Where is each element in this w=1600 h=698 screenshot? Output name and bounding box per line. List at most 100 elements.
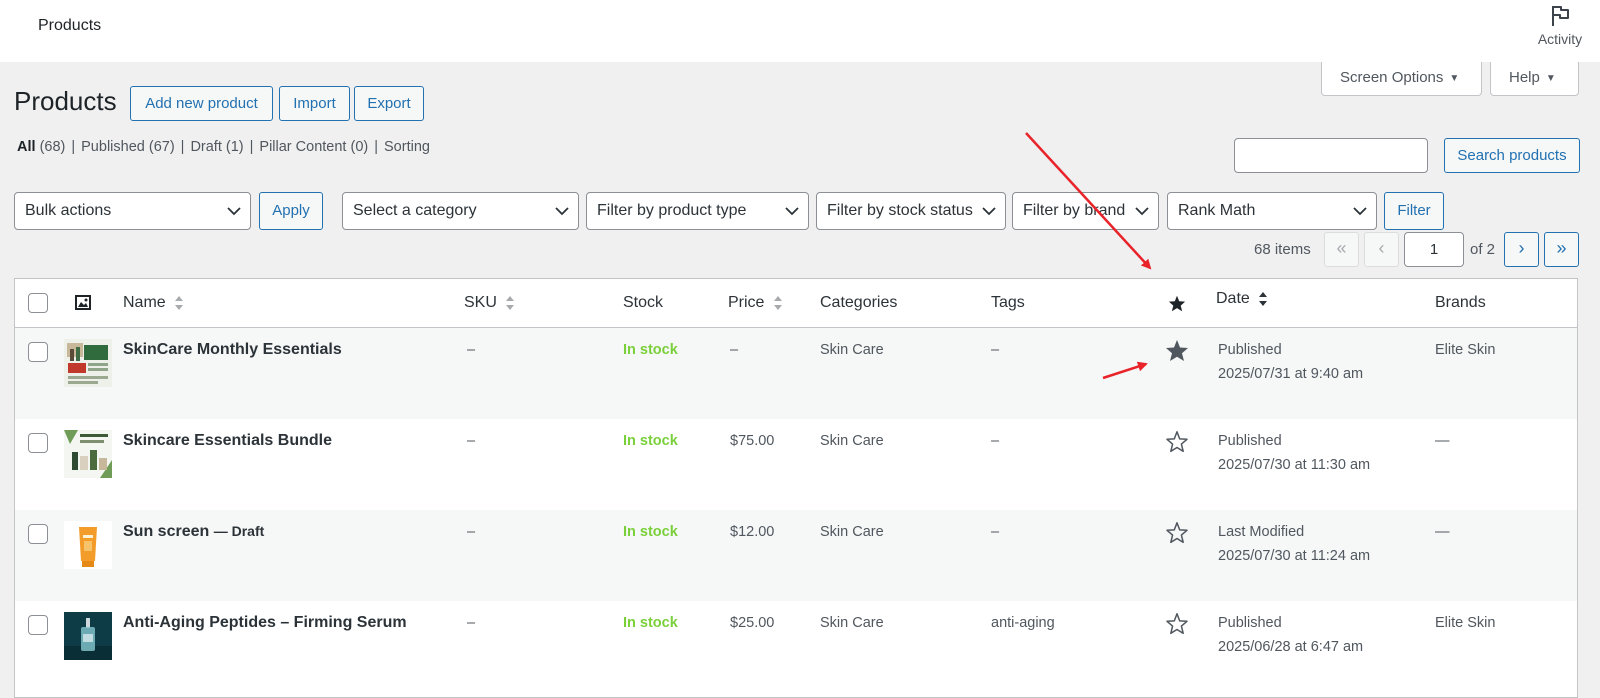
- sku-value: –: [467, 342, 476, 358]
- view-all[interactable]: All (68): [17, 139, 65, 155]
- product-type-value: Filter by product type: [597, 202, 747, 219]
- search-products-button[interactable]: Search products: [1444, 138, 1580, 173]
- prev-page-button[interactable]: ‹: [1364, 232, 1399, 267]
- product-thumbnail[interactable]: [64, 612, 112, 660]
- date-value: 2025/07/30 at 11:30 am: [1218, 457, 1371, 473]
- filter-button[interactable]: Filter: [1384, 192, 1444, 230]
- sku-value: –: [467, 615, 476, 631]
- row-checkbox[interactable]: [28, 615, 48, 635]
- view-sorting[interactable]: Sorting: [384, 139, 430, 155]
- view-published[interactable]: Published (67): [81, 139, 175, 155]
- date-status: Published: [1218, 433, 1282, 449]
- table-row: Sun screen — Draft – In stock $12.00 Ski…: [15, 510, 1577, 601]
- activity-button[interactable]: Activity: [1532, 4, 1588, 47]
- sort-icon: [773, 296, 782, 310]
- tags-value: –: [991, 433, 1000, 449]
- last-page-button[interactable]: »: [1544, 232, 1579, 267]
- activity-label: Activity: [1537, 31, 1583, 47]
- sort-icon: [1259, 292, 1268, 306]
- star-empty-icon[interactable]: [1165, 521, 1189, 544]
- column-brands: Brands: [1435, 294, 1486, 311]
- stock-status: In stock: [623, 433, 678, 449]
- date-cell: Published 2025/06/28 at 6:47 am: [1218, 611, 1363, 659]
- date-cell: Last Modified 2025/07/30 at 11:24 am: [1218, 520, 1370, 568]
- sunscreen-tube-image: [64, 521, 112, 569]
- category-link[interactable]: Skin Care: [820, 342, 884, 358]
- category-link[interactable]: Skin Care: [820, 524, 884, 540]
- items-count: 68 items: [1254, 241, 1311, 258]
- star-filled-icon[interactable]: [1165, 339, 1189, 362]
- product-name-link[interactable]: Anti-Aging Peptides – Firming Serum: [123, 614, 407, 632]
- category-link[interactable]: Skin Care: [820, 615, 884, 631]
- bulk-actions-select[interactable]: Bulk actions: [14, 192, 251, 230]
- sku-value: –: [467, 524, 476, 540]
- sort-icon: [175, 296, 184, 310]
- date-status: Published: [1218, 615, 1282, 631]
- tags-value: –: [991, 342, 1000, 358]
- product-name-link[interactable]: Skincare Essentials Bundle: [123, 432, 332, 450]
- price-value: –: [730, 342, 739, 358]
- header-title: Products: [38, 17, 102, 34]
- caret-down-icon: ▼: [1545, 73, 1556, 84]
- post-state: — Draft: [213, 523, 265, 539]
- sku-value: –: [467, 433, 476, 449]
- product-thumbnail[interactable]: [64, 339, 112, 387]
- date-value: 2025/07/30 at 11:24 am: [1218, 548, 1371, 564]
- table-row: Skincare Essentials Bundle – In stock $7…: [15, 419, 1577, 510]
- select-all-checkbox[interactable]: [28, 293, 48, 313]
- price-value: $25.00: [730, 615, 775, 631]
- view-pillar-content[interactable]: Pillar Content (0): [259, 139, 368, 155]
- apply-button[interactable]: Apply: [259, 192, 323, 230]
- current-page-input[interactable]: 1: [1404, 232, 1464, 267]
- row-checkbox[interactable]: [28, 342, 48, 362]
- column-stock: Stock: [623, 294, 664, 311]
- tag-link[interactable]: anti-aging: [991, 615, 1055, 631]
- featured-star-icon[interactable]: [1168, 295, 1186, 312]
- product-type-select[interactable]: Filter by product type: [586, 192, 809, 230]
- star-empty-icon[interactable]: [1165, 612, 1189, 635]
- brand-link[interactable]: Elite Skin: [1435, 615, 1495, 631]
- help-label: Help: [1509, 69, 1540, 86]
- category-link[interactable]: Skin Care: [820, 433, 884, 449]
- brand-link[interactable]: Elite Skin: [1435, 342, 1495, 358]
- export-button[interactable]: Export: [354, 86, 424, 121]
- date-value: 2025/07/31 at 9:40 am: [1218, 366, 1364, 382]
- date-cell: Published 2025/07/31 at 9:40 am: [1218, 338, 1363, 386]
- search-input[interactable]: [1234, 138, 1428, 173]
- rank-math-select[interactable]: Rank Math: [1167, 192, 1377, 230]
- stock-status-select[interactable]: Filter by stock status: [816, 192, 1006, 230]
- product-thumbnail[interactable]: [64, 430, 112, 478]
- row-checkbox[interactable]: [28, 433, 48, 453]
- import-button[interactable]: Import: [279, 86, 350, 121]
- help-tab[interactable]: Help ▼: [1490, 62, 1579, 96]
- row-checkbox[interactable]: [28, 524, 48, 544]
- column-price[interactable]: Price: [728, 294, 783, 312]
- star-empty-icon[interactable]: [1165, 430, 1189, 453]
- flag-icon: [1552, 6, 1569, 26]
- brand-select[interactable]: Filter by brand: [1012, 192, 1159, 230]
- category-select[interactable]: Select a category: [342, 192, 579, 230]
- image-icon: [75, 295, 91, 310]
- screen-options-tab[interactable]: Screen Options ▼: [1321, 62, 1482, 96]
- date-cell: Published 2025/07/30 at 11:30 am: [1218, 429, 1370, 477]
- chevron-down-icon: [1135, 207, 1149, 216]
- add-new-product-button[interactable]: Add new product: [130, 86, 273, 121]
- next-page-button[interactable]: ›: [1504, 232, 1539, 267]
- serum-bottle-image: [64, 612, 112, 660]
- screen-options-label: Screen Options: [1340, 69, 1444, 86]
- status-views: All (68) | Published (67) | Draft (1) | Pillar…: [17, 139, 430, 155]
- product-name-link[interactable]: SkinCare Monthly Essentials: [123, 341, 342, 359]
- brand-value: Filter by brand: [1023, 202, 1126, 219]
- view-draft[interactable]: Draft (1): [190, 139, 243, 155]
- column-date[interactable]: Date: [1216, 290, 1268, 308]
- skincare-package-image: [64, 339, 112, 387]
- product-name-link[interactable]: Sun screen — Draft: [123, 523, 264, 541]
- products-table: Name SKU Stock Price Categories Tags Dat…: [14, 278, 1578, 698]
- first-page-button[interactable]: «: [1324, 232, 1359, 267]
- product-thumbnail[interactable]: [64, 521, 112, 569]
- column-name[interactable]: Name: [123, 294, 184, 312]
- rank-math-value: Rank Math: [1178, 202, 1256, 219]
- column-sku[interactable]: SKU: [464, 294, 515, 312]
- date-value: 2025/06/28 at 6:47 am: [1218, 639, 1364, 655]
- table-header: Name SKU Stock Price Categories Tags Dat…: [15, 279, 1577, 328]
